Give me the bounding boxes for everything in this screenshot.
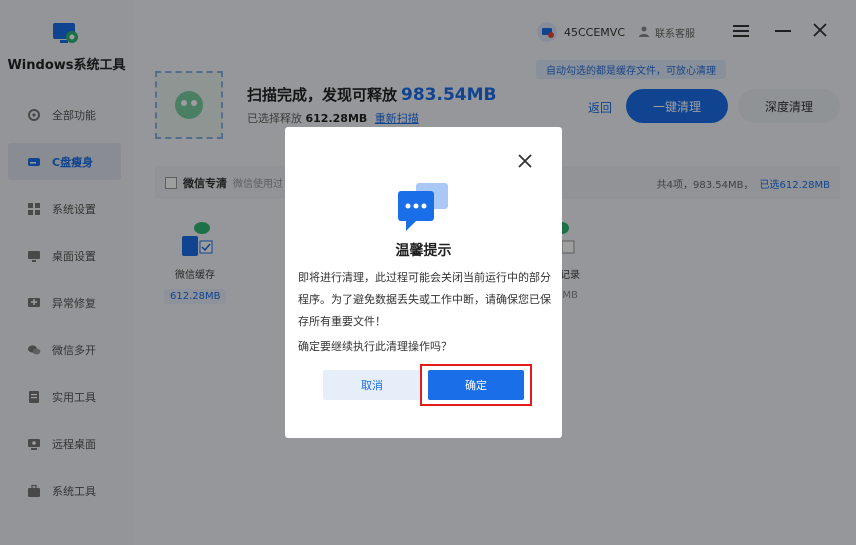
confirm-dialog: 温馨提示 即将进行清理，此过程可能会关闭当前运行中的部分程序。为了避免数据丢失或… [285,127,562,438]
dialog-question: 确定要继续执行此清理操作吗？ [298,340,452,353]
cancel-button[interactable]: 取消 [323,370,421,400]
close-icon[interactable] [518,154,532,168]
confirm-button[interactable]: 确定 [428,370,524,400]
dialog-body: 即将进行清理，此过程可能会关闭当前运行中的部分程序。为了避免数据丢失或工作中断，… [298,271,551,328]
message-icon [398,183,448,231]
dialog-title: 温馨提示 [395,243,452,259]
